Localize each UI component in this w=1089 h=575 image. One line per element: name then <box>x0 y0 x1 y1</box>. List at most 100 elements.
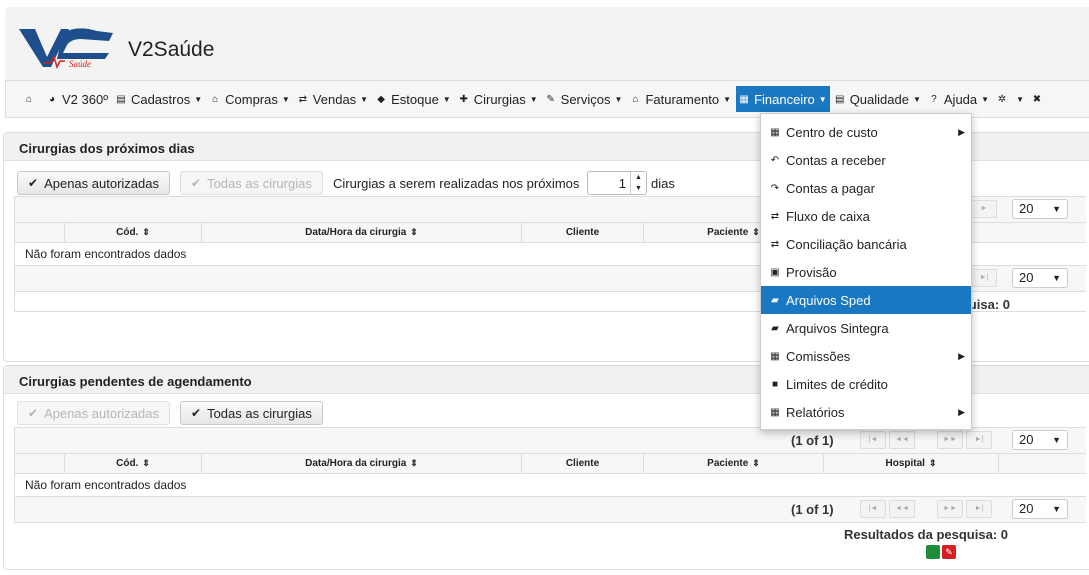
dropdown-item-provisao[interactable]: ▣ Provisão <box>761 258 971 286</box>
next-page-icon[interactable]: ►► <box>937 431 963 449</box>
menu-item-faturamento[interactable]: ⌂ Faturamento ▼ <box>627 86 734 112</box>
all-surgeries-button[interactable]: ✔ Todas as cirurgias <box>180 401 323 425</box>
menu-item-close-circle[interactable]: ✖ <box>1029 86 1050 112</box>
spinner-arrows-icon[interactable]: ▲ ▼ <box>630 172 646 194</box>
authorized-only-button[interactable]: ✔ Apenas autorizadas <box>17 171 170 195</box>
arrow-forward-icon: ↷ <box>770 182 780 194</box>
menu-label: Compras <box>225 91 278 107</box>
bottom-paginator: (1 of 1) |◄ ◄◄ ►► ►| 20 ▼ <box>15 497 1086 523</box>
menu-item-ajuda[interactable]: ? Ajuda ▼ <box>926 86 992 112</box>
dropdown-item-centro-de-custo[interactable]: ▦ Centro de custo ▶ <box>761 118 971 146</box>
check-icon: ✔ <box>28 176 39 190</box>
folder-open-icon: ▰ <box>771 294 779 306</box>
dropdown-item-contas-a-pagar[interactable]: ↷ Contas a pagar <box>761 174 971 202</box>
rows-per-page-select[interactable]: 20 ▼ <box>1012 268 1068 288</box>
col-hospital[interactable]: Hospital ⇕ <box>824 454 999 473</box>
col-patient[interactable]: Paciente ⇕ <box>644 454 824 473</box>
menu-item-estoque[interactable]: ◆ Estoque ▼ <box>373 86 454 112</box>
caret-down-icon: ▼ <box>442 94 451 104</box>
col-datetime[interactable]: Data/Hora da cirurgia ⇕ <box>202 454 522 473</box>
dropdown-label: Limites de crédito <box>786 376 888 392</box>
empty-row: Não foram encontrados dados <box>15 474 1086 497</box>
col-datetime[interactable]: Data/Hora da cirurgia ⇕ <box>202 223 522 242</box>
menu-label: Vendas <box>312 91 357 107</box>
menu-item-v2-360-[interactable]: ◕ V2 360º <box>44 86 111 112</box>
rows-per-page-select[interactable]: 20 ▼ <box>1012 499 1068 519</box>
authorized-only-button[interactable]: ✔ Apenas autorizadas <box>17 401 170 425</box>
bank-icon: ⌂ <box>212 93 219 105</box>
export-icons: ✎ <box>926 545 956 559</box>
dropdown-label: Centro de custo <box>786 124 878 140</box>
v2-logo: Saúde <box>19 28 113 69</box>
top-paginator: (1 of 1) |◄ ◄◄ ►► ►| 20 ▼ <box>15 428 1086 454</box>
caret-down-icon: ▼ <box>818 94 827 104</box>
pending-table: (1 of 1) |◄ ◄◄ ►► ►| 20 ▼ Cód. ⇕ Data/Hora… <box>14 427 1086 523</box>
arrow-back-icon: ↶ <box>770 154 780 166</box>
menu-item-cadastros[interactable]: ▤ Cadastros ▼ <box>113 86 205 112</box>
menu-item-servi-os[interactable]: ✎ Serviços ▼ <box>543 86 626 112</box>
dropdown-item-relatorios[interactable]: ▦ Relatórios ▶ <box>761 398 971 426</box>
first-page-icon[interactable]: |◄ <box>860 431 886 449</box>
dropdown-item-conciliacao-bancaria[interactable]: ⇄ Conciliação bancária <box>761 230 971 258</box>
menu-item-vendas[interactable]: ⇄ Vendas ▼ <box>295 86 371 112</box>
rows-per-page-select[interactable]: 20 ▼ <box>1012 199 1068 219</box>
caret-down-icon: ▼ <box>723 94 732 104</box>
menu-label: Serviços <box>560 91 611 107</box>
menu-item-financeiro[interactable]: ▦ Financeiro ▼ <box>736 86 830 112</box>
home-icon[interactable]: ⌂ <box>21 86 42 112</box>
col-client[interactable]: Cliente <box>522 223 644 242</box>
dropdown-label: Comissões <box>786 348 851 364</box>
excel-export-icon[interactable] <box>926 545 940 559</box>
menu-item-compras[interactable]: ⌂ Compras ▼ <box>207 86 293 112</box>
table-icon: ▦ <box>739 93 749 105</box>
last-page-icon[interactable]: ►| <box>966 431 992 449</box>
days-label: dias <box>651 176 675 191</box>
col-cod[interactable]: Cód. ⇕ <box>65 454 202 473</box>
check-icon: ✔ <box>28 406 39 420</box>
app-header: Saúde V2Saúde <box>5 7 1089 80</box>
menu-item-qualidade[interactable]: ▤ Qualidade ▼ <box>832 86 924 112</box>
days-spinner[interactable]: 1 ▲ ▼ <box>587 171 647 195</box>
menu-label: Cirurgias <box>473 91 526 107</box>
dropdown-item-arquivos-sped[interactable]: ▰ Arquivos Sped <box>761 286 971 314</box>
pdf-export-icon[interactable]: ✎ <box>942 545 956 559</box>
dropdown-label: Conciliação bancária <box>786 236 907 252</box>
menu-label: Faturamento <box>645 91 720 107</box>
all-surgeries-button[interactable]: ✔ Todas as cirurgias <box>180 171 323 195</box>
col-client[interactable]: Cliente <box>522 454 644 473</box>
dropdown-item-arquivos-sintegra[interactable]: ▰ Arquivos Sintegra <box>761 314 971 342</box>
prev-page-icon[interactable]: ◄◄ <box>889 431 915 449</box>
dropdown-item-comissoes[interactable]: ▦ Comissões ▶ <box>761 342 971 370</box>
results-count: Resultados da pesquisa: 0 <box>968 297 1010 312</box>
page-info: (1 of 1) <box>791 433 834 448</box>
menu-label: Ajuda <box>943 91 978 107</box>
rows-per-page-select[interactable]: 20 ▼ <box>1012 430 1068 450</box>
dropdown-item-limites-de-credito[interactable]: ■ Limites de crédito <box>761 370 971 398</box>
app-title: V2Saúde <box>128 38 215 61</box>
table-icon: ▦ <box>770 126 780 138</box>
tag-icon: ◆ <box>377 93 385 105</box>
dropdown-label: Contas a receber <box>786 152 886 168</box>
caret-down-icon: ▼ <box>529 94 538 104</box>
last-page-icon[interactable]: ►| <box>966 500 992 518</box>
lock-icon: ■ <box>771 378 779 390</box>
dropdown-label: Relatórios <box>786 404 845 420</box>
caret-right-icon: ▶ <box>958 126 965 137</box>
dropdown-item-contas-a-receber[interactable]: ↶ Contas a receber <box>761 146 971 174</box>
dropdown-label: Fluxo de caixa <box>786 208 870 224</box>
results-count: Resultados da pesquisa: 0 <box>844 527 1008 542</box>
next-page-icon[interactable]: ► <box>971 200 997 218</box>
col-cod[interactable]: Cód. ⇕ <box>65 223 202 242</box>
financeiro-dropdown: ▦ Centro de custo ▶ ↶ Contas a receber ↷ Conta… <box>760 113 972 430</box>
menu-item-cirurgias[interactable]: ✚ Cirurgias ▼ <box>456 86 541 112</box>
menu-item-gear[interactable]: ✲ ▼ <box>994 86 1027 112</box>
table-icon: ▦ <box>770 406 780 418</box>
last-page-icon[interactable]: ►| <box>971 269 997 287</box>
caret-right-icon: ▶ <box>958 406 965 417</box>
next-page-icon[interactable]: ►► <box>937 500 963 518</box>
exchange-icon: ⇄ <box>770 238 780 250</box>
dropdown-item-fluxo-de-caixa[interactable]: ⇄ Fluxo de caixa <box>761 202 971 230</box>
first-page-icon[interactable]: |◄ <box>860 500 886 518</box>
question-icon: ? <box>931 93 937 105</box>
prev-page-icon[interactable]: ◄◄ <box>889 500 915 518</box>
